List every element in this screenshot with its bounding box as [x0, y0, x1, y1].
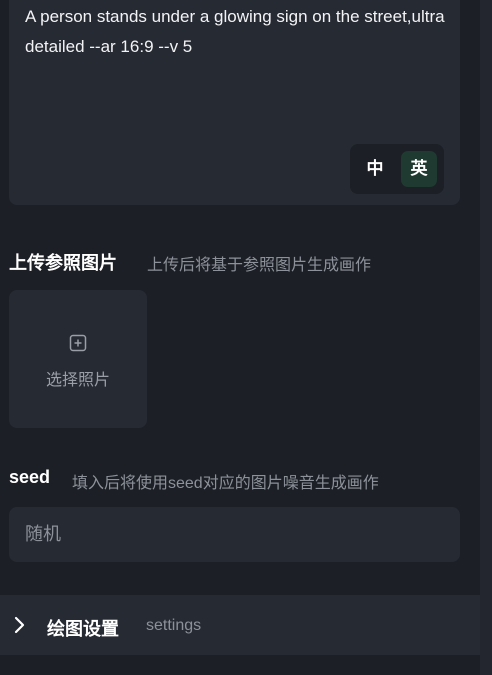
upload-image-button[interactable]: 选择照片 [9, 290, 147, 428]
upload-image-label: 选择照片 [45, 372, 110, 389]
drawing-settings-toggle[interactable]: 绘图设置 settings [0, 595, 480, 655]
seed-input[interactable] [9, 507, 460, 562]
language-toggle: 中 英 [350, 144, 444, 194]
chevron-right-icon [14, 616, 25, 634]
lang-en-button[interactable]: 英 [401, 151, 437, 187]
plus-square-icon [69, 334, 87, 352]
prompt-text[interactable]: A person stands under a glowing sign on … [25, 2, 445, 62]
seed-title: seed [9, 467, 51, 487]
seed-hint: 填入后将使用seed对应的图片噪音生成画作 [72, 475, 379, 492]
app-root: A person stands under a glowing sign on … [0, 0, 492, 675]
reference-image-title: 上传参照图片 [9, 253, 117, 273]
lang-zh-button[interactable]: 中 [357, 151, 393, 187]
reference-image-hint: 上传后将基于参照图片生成画作 [147, 257, 372, 274]
prompt-textarea[interactable]: A person stands under a glowing sign on … [9, 0, 460, 205]
scrollbar[interactable] [480, 0, 492, 675]
drawing-settings-subtitle: settings [146, 617, 202, 634]
drawing-settings-title: 绘图设置 [47, 619, 119, 639]
